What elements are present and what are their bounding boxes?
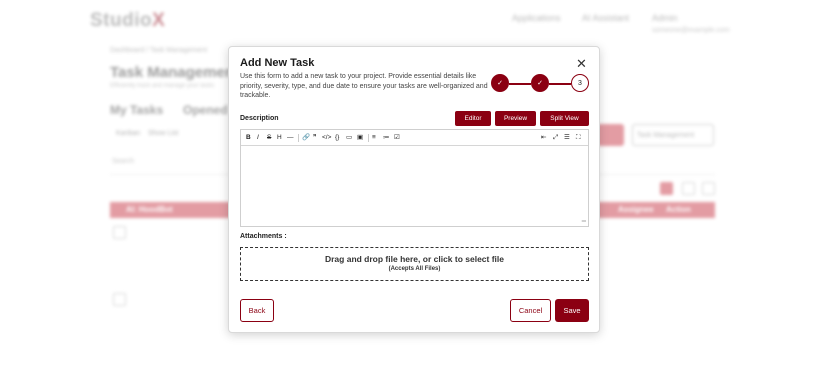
- code-icon[interactable]: </>: [322, 133, 331, 142]
- stepper-connector: [509, 83, 531, 85]
- group-label: AI: HoodBot: [126, 205, 173, 214]
- view-icon[interactable]: [682, 182, 695, 195]
- chip-kanban[interactable]: Kanban: [116, 130, 140, 137]
- step-3-indicator: 3: [571, 74, 589, 92]
- tab-opened[interactable]: Opened: [183, 103, 228, 117]
- attachments-label: Attachments :: [240, 233, 287, 240]
- toolbar-divider: [368, 134, 369, 142]
- add-task-button[interactable]: [597, 124, 624, 146]
- dropzone-text: Drag and drop file here, or click to sel…: [324, 254, 505, 264]
- cancel-button[interactable]: Cancel: [510, 299, 551, 322]
- unordered-list-icon[interactable]: ≡: [372, 133, 376, 142]
- modal-title: Add New Task: [240, 57, 315, 69]
- file-dropzone[interactable]: Drag and drop file here, or click to sel…: [240, 247, 589, 281]
- user-email: someone@example.com: [652, 27, 730, 34]
- ordered-list-icon[interactable]: ≔: [383, 133, 390, 142]
- expand-icon[interactable]: ⛶: [576, 133, 581, 142]
- step-2-check-icon: ✓: [531, 74, 549, 92]
- toolbar-divider: [298, 134, 299, 142]
- modal-description: Use this form to add a new task to your …: [240, 73, 488, 99]
- markdown-editor[interactable]: B I S H — 🔗 ❞ </> {} ▭ ▣ ≡ ≔ ☑ ⇤ ⤢ ☰ ⛶ ═: [240, 129, 589, 227]
- page-description: Efficiently track and manage your tasks: [110, 83, 215, 89]
- strikethrough-icon[interactable]: S: [267, 133, 271, 142]
- view-icon[interactable]: [702, 182, 715, 195]
- bold-icon[interactable]: B: [246, 133, 251, 142]
- stepper-connector: [549, 83, 571, 85]
- task-list-icon[interactable]: ☑: [394, 133, 400, 142]
- step-1-check-icon: ✓: [491, 74, 509, 92]
- editor-textarea[interactable]: [245, 149, 584, 220]
- view-icon[interactable]: [660, 182, 673, 195]
- link-icon[interactable]: 🔗: [302, 133, 310, 142]
- row-checkbox[interactable]: [113, 226, 126, 239]
- column-assignee: Assignee: [618, 205, 654, 214]
- close-icon[interactable]: ✕: [576, 57, 587, 70]
- column-action: Action: [666, 205, 691, 214]
- table-of-contents-icon[interactable]: ☰: [564, 133, 570, 142]
- horizontal-rule-icon[interactable]: —: [287, 133, 294, 142]
- search-input[interactable]: Search: [112, 158, 134, 165]
- nav-admin[interactable]: Admin: [652, 13, 678, 23]
- italic-icon[interactable]: I: [257, 133, 259, 142]
- editor-toolbar: B I S H — 🔗 ❞ </> {} ▭ ▣ ≡ ≔ ☑ ⇤ ⤢ ☰ ⛶: [241, 130, 588, 146]
- add-task-modal: Add New Task ✕ Use this form to add a ne…: [228, 46, 600, 333]
- page-title: Task Management: [110, 64, 239, 81]
- quote-icon[interactable]: ❞: [313, 133, 317, 142]
- tab-my-tasks[interactable]: My Tasks: [110, 103, 163, 117]
- save-button[interactable]: Save: [555, 299, 589, 322]
- breadcrumb: Dashboard / Task Management: [110, 47, 208, 54]
- preview-button[interactable]: Preview: [495, 111, 536, 126]
- chip-show-list[interactable]: Show List: [148, 130, 178, 137]
- resize-handle-icon[interactable]: ═: [582, 219, 586, 225]
- back-button[interactable]: Back: [240, 299, 274, 322]
- fullscreen-icon[interactable]: ⤢: [553, 133, 558, 142]
- heading-icon[interactable]: H: [277, 133, 282, 142]
- description-label: Description: [240, 115, 279, 122]
- image-icon[interactable]: ▣: [357, 133, 363, 142]
- comment-icon[interactable]: ▭: [346, 133, 352, 142]
- nav-ai-assistant[interactable]: AI Assistant: [582, 13, 629, 23]
- code-block-icon[interactable]: {}: [335, 133, 339, 142]
- outdent-icon[interactable]: ⇤: [541, 133, 546, 142]
- dropzone-subtext: (Accepts All Files): [388, 266, 441, 272]
- stepper: ✓ ✓ 3: [491, 74, 589, 94]
- split-view-button[interactable]: Split View: [540, 111, 589, 126]
- row-checkbox[interactable]: [113, 293, 126, 306]
- nav-applications[interactable]: Applications: [512, 13, 561, 23]
- app-logo[interactable]: StudioX: [90, 10, 165, 32]
- board-select[interactable]: Task Management: [632, 124, 714, 146]
- editor-button[interactable]: Editor: [455, 111, 491, 126]
